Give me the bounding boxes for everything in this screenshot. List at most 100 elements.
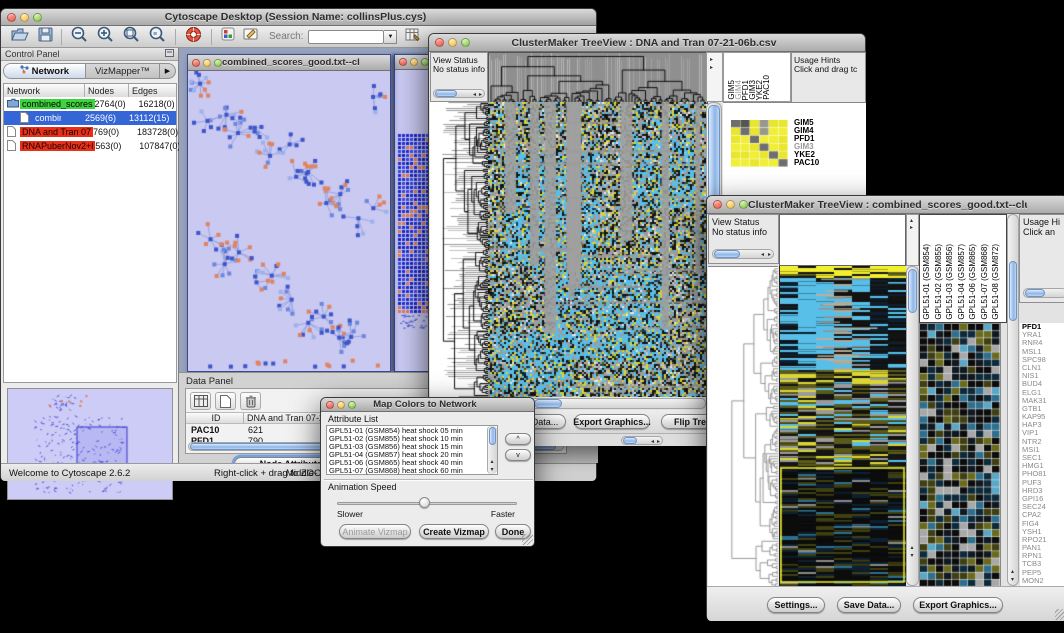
minimize-button[interactable]: [726, 200, 735, 209]
tv2-detail-heatmap[interactable]: [919, 323, 1001, 588]
export-graphics-button[interactable]: Export Graphics...: [913, 597, 1003, 613]
scroll-right-icon[interactable]: ▸: [710, 57, 713, 63]
new-attribute-icon[interactable]: [215, 392, 236, 410]
zoom-out-icon[interactable]: [70, 26, 88, 48]
scroll-left-icon[interactable]: ◂: [761, 252, 764, 258]
data-table-icon[interactable]: [190, 392, 211, 410]
tv2-col-dendrogram-area[interactable]: [779, 214, 906, 266]
scroll-right-icon[interactable]: ▸: [657, 439, 660, 445]
scrollbar-thumb[interactable]: [623, 437, 637, 444]
scroll-up-icon[interactable]: ▴: [1011, 569, 1014, 575]
tv2-row-dendrogram[interactable]: [708, 266, 778, 587]
animate-vizmap-button[interactable]: Animate Vizmap: [339, 524, 411, 539]
network-overview-canvas[interactable]: [7, 388, 173, 500]
close-button[interactable]: [192, 59, 200, 67]
export-graphics-button[interactable]: Export Graphics...: [574, 414, 650, 429]
zoom-button[interactable]: [33, 13, 42, 22]
gene-label[interactable]: MON2: [1020, 577, 1064, 585]
tab-overflow-button[interactable]: ▶: [159, 64, 175, 78]
tv1-heatmap[interactable]: [488, 102, 706, 397]
create-vizmap-button[interactable]: Create Vizmap: [419, 524, 489, 539]
scroll-right-icon[interactable]: ▸: [910, 225, 913, 231]
tv2-heatmap[interactable]: [779, 266, 906, 586]
scroll-down-icon[interactable]: ▾: [491, 467, 494, 473]
network-table-row[interactable]: combined_sco2569(6)13112(15): [4, 111, 176, 125]
tv2-status-scrollbar[interactable]: ◂ ▸: [712, 249, 774, 259]
attribute-table-icon[interactable]: [405, 27, 421, 47]
open-file-icon[interactable]: [11, 27, 30, 47]
zoom-fit-icon[interactable]: ≡: [148, 26, 166, 48]
settings-button[interactable]: Settings...: [767, 597, 825, 613]
scroll-down-icon[interactable]: ▾: [911, 553, 914, 559]
minimize-button[interactable]: [20, 13, 29, 22]
tv1-detail-heatmap[interactable]: [731, 120, 788, 167]
zoom-button[interactable]: [348, 401, 356, 409]
network-table-row[interactable]: DNA and Tran 07769(0)183728(0): [4, 125, 176, 139]
attribute-list-item[interactable]: GPL51-07 (GSM868) heat shock 60 min: [327, 467, 486, 475]
scroll-right-icon[interactable]: ▸: [479, 92, 482, 98]
scrollbar-thumb[interactable]: [1009, 261, 1017, 321]
minimize-button[interactable]: [337, 401, 345, 409]
scroll-right-icon[interactable]: ▸: [710, 65, 713, 71]
network-table-col-edges[interactable]: Edges: [129, 84, 176, 97]
attribute-list-scrollbar[interactable]: ▴ ▾: [487, 426, 497, 474]
tv1-row-dendrogram[interactable]: [430, 102, 489, 397]
scroll-up-icon[interactable]: ▴: [491, 459, 494, 465]
scrollbar-thumb[interactable]: [435, 90, 457, 97]
move-up-button[interactable]: ^: [505, 433, 531, 445]
zoom-button[interactable]: [461, 38, 470, 47]
help-lifering-icon[interactable]: [185, 26, 202, 48]
zoom-in-icon[interactable]: [96, 26, 114, 48]
treeview-combined-titlebar[interactable]: ClusterMaker TreeView : combined_scores_…: [707, 196, 1064, 214]
map-colors-titlebar[interactable]: Map Colors to Network: [321, 398, 534, 412]
scrollbar-thumb[interactable]: [1025, 289, 1045, 297]
move-down-button[interactable]: v: [505, 449, 531, 461]
scroll-up-icon[interactable]: ▴: [910, 218, 913, 224]
network1-titlebar[interactable]: combined_scores_good.txt--cluste...: [188, 55, 390, 71]
scroll-left-icon[interactable]: ◂: [651, 439, 654, 445]
tv2-right-vscrollbar[interactable]: ▴ ▾: [1007, 214, 1019, 586]
close-button[interactable]: [435, 38, 444, 47]
scrollbar-thumb[interactable]: [534, 399, 562, 408]
tv2-usage-scrollbar[interactable]: [1023, 288, 1064, 298]
network-view-canvas[interactable]: [188, 71, 390, 371]
main-window-titlebar[interactable]: Cytoscape Desktop (Session Name: collins…: [1, 9, 596, 26]
minimize-button[interactable]: [203, 59, 211, 67]
search-input[interactable]: [308, 30, 384, 44]
float-panel-icon[interactable]: [165, 49, 174, 59]
save-icon[interactable]: [38, 27, 53, 47]
animation-slider[interactable]: [337, 497, 517, 509]
scrollbar-thumb[interactable]: [908, 269, 917, 313]
save-data-button[interactable]: Save Data...: [837, 597, 901, 613]
resize-grip[interactable]: [522, 534, 533, 545]
scrollbar-thumb[interactable]: [714, 250, 740, 258]
scroll-right-icon[interactable]: ▸: [768, 252, 771, 258]
search-combo-arrow-icon[interactable]: ▼: [384, 30, 397, 44]
network-table-col-network[interactable]: Network: [4, 84, 85, 97]
scroll-left-icon[interactable]: ◂: [473, 92, 476, 98]
close-button[interactable]: [713, 200, 722, 209]
minimize-button[interactable]: [410, 58, 418, 66]
tv2-heatmap-vscrollbar[interactable]: ▴ ▾: [906, 266, 919, 586]
delete-attribute-trash-icon[interactable]: [240, 392, 261, 410]
data-col-id[interactable]: ID: [186, 413, 244, 423]
tv1-status-scrollbar[interactable]: ◂ ▸: [433, 89, 485, 98]
scrollbar-thumb[interactable]: [489, 427, 496, 445]
annotation-icon[interactable]: [243, 27, 259, 46]
slider-thumb[interactable]: [419, 497, 430, 508]
network-table-row[interactable]: RNAPuberNov2+l563(0)107847(0): [4, 139, 176, 153]
scroll-up-icon[interactable]: ▴: [911, 545, 914, 551]
zoom-selected-icon[interactable]: [122, 26, 140, 48]
close-button[interactable]: [326, 401, 334, 409]
close-button[interactable]: [7, 13, 16, 22]
network-table-col-nodes[interactable]: Nodes: [85, 84, 129, 97]
treeview-dna-titlebar[interactable]: ClusterMaker TreeView : DNA and Tran 07-…: [429, 34, 865, 52]
tv1-detail-hscrollbar[interactable]: ◂ ▸: [621, 436, 663, 445]
scroll-down-icon[interactable]: ▾: [1011, 577, 1014, 583]
tv1-col-dendrogram[interactable]: [488, 52, 708, 104]
tab-network[interactable]: Network: [4, 64, 86, 78]
tab-vizmapper[interactable]: VizMapper™: [86, 64, 159, 78]
vizmapper-dots-icon[interactable]: [221, 27, 235, 46]
resize-grip[interactable]: [1055, 609, 1064, 620]
minimize-button[interactable]: [448, 38, 457, 47]
